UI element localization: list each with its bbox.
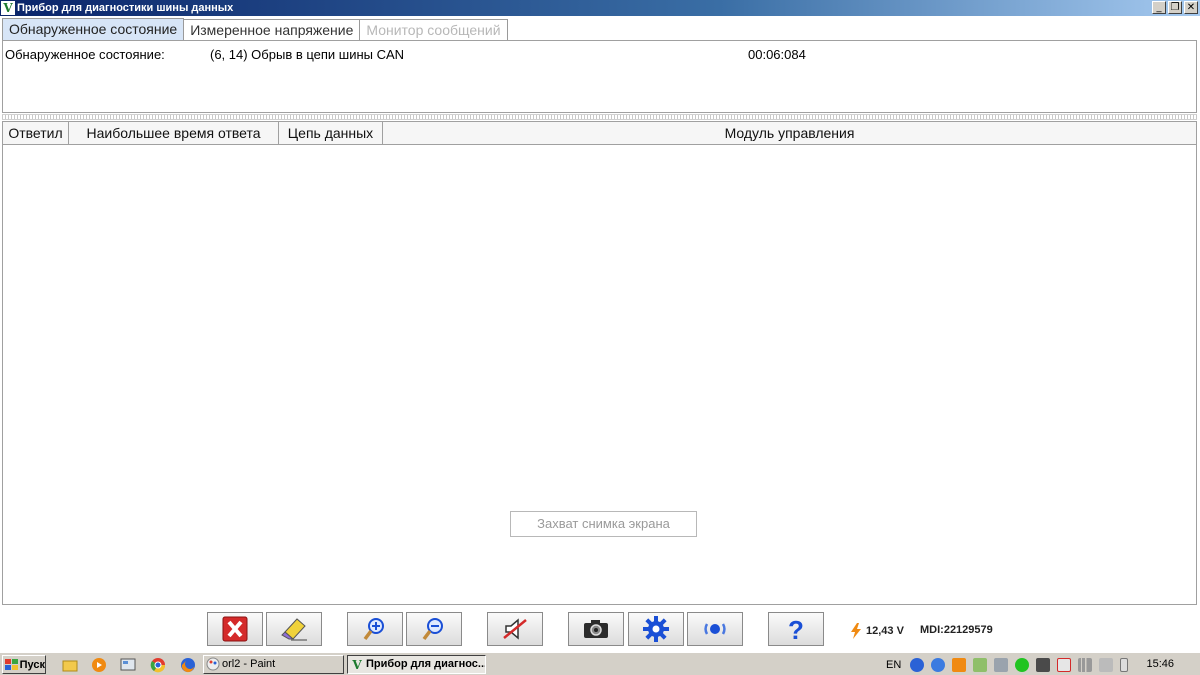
- help-icon: ?: [788, 615, 804, 643]
- column-header-data-circuit[interactable]: Цепь данных: [279, 122, 383, 144]
- taskbar-item-label: orl2 - Paint: [222, 658, 276, 670]
- exit-button[interactable]: [207, 612, 263, 646]
- splitter[interactable]: [2, 114, 1197, 120]
- column-header-control-module[interactable]: Модуль управления: [383, 122, 1196, 144]
- taskbar-item-paint[interactable]: orl2 - Paint: [203, 655, 344, 674]
- title-bar: V Прибор для диагностики шины данных _ ❐…: [0, 0, 1200, 16]
- status-time: 00:06:084: [748, 47, 806, 62]
- teamviewer-icon[interactable]: [910, 657, 924, 672]
- status-label: Обнаруженное состояние:: [5, 47, 165, 62]
- zoom-out-icon: [422, 618, 443, 641]
- detected-state-panel: Обнаруженное состояние: (6, 14) Обрыв в …: [2, 40, 1197, 113]
- chrome-icon[interactable]: [150, 657, 166, 673]
- app-icon: V: [1, 1, 15, 15]
- voltage-value: 12,43 V: [866, 625, 904, 637]
- status-green-icon[interactable]: [1015, 657, 1029, 672]
- device-icon[interactable]: [973, 657, 987, 672]
- start-button[interactable]: Пуск: [2, 655, 46, 674]
- column-header-responded[interactable]: Ответил: [3, 122, 69, 144]
- tab-detected-state[interactable]: Обнаруженное состояние: [2, 18, 185, 40]
- security-alert-icon[interactable]: [1057, 657, 1071, 672]
- mute-icon: [503, 618, 527, 640]
- eraser-icon: [281, 618, 307, 641]
- battery-icon[interactable]: [1120, 657, 1128, 672]
- firefox-icon[interactable]: [180, 657, 196, 673]
- folder-icon[interactable]: [62, 657, 78, 673]
- zoom-in-button[interactable]: [347, 612, 403, 646]
- gear-icon: [643, 616, 669, 642]
- settings-button[interactable]: [628, 612, 684, 646]
- zoom-out-button[interactable]: [406, 612, 462, 646]
- paint-icon: [206, 657, 220, 671]
- tab-measured-voltage[interactable]: Измеренное напряжение: [183, 19, 361, 40]
- clock[interactable]: 15:46: [1146, 658, 1174, 670]
- windows-logo-icon: [5, 658, 18, 670]
- language-indicator[interactable]: EN: [886, 659, 910, 671]
- taskbar-item-label: Прибор для диагнос...: [366, 658, 486, 670]
- network-globe-icon[interactable]: [931, 657, 945, 672]
- snapshot-button[interactable]: [568, 612, 624, 646]
- system-tray: EN 15:46: [882, 655, 1198, 674]
- window-controls: _ ❐ ✕: [1152, 1, 1198, 14]
- connection-button[interactable]: [687, 612, 743, 646]
- update-icon[interactable]: [952, 657, 966, 672]
- mute-button[interactable]: [487, 612, 543, 646]
- start-label: Пуск: [19, 658, 45, 671]
- voltage-indicator: 12,43 V: [850, 623, 904, 639]
- column-header-max-response-time[interactable]: Наибольшее время ответа: [69, 122, 279, 144]
- close-red-x-icon: [222, 616, 248, 642]
- tab-message-monitor: Монитор сообщений: [359, 19, 508, 40]
- camera-icon: [584, 620, 608, 638]
- svg-text:?: ?: [788, 615, 804, 643]
- window-title: Прибор для диагностики шины данных: [17, 2, 234, 14]
- minimize-button[interactable]: _: [1152, 1, 1166, 14]
- lightning-icon: [851, 623, 861, 639]
- app-v-icon: V: [351, 658, 362, 671]
- windows-taskbar: Пуск orl2 - Paint V Прибор для диагнос..…: [0, 652, 1200, 675]
- tab-bar: Обнаруженное состояние Измеренное напряж…: [2, 18, 508, 40]
- restore-button[interactable]: ❐: [1168, 1, 1182, 14]
- network-icon[interactable]: [994, 657, 1008, 672]
- connection-icon: [704, 623, 726, 635]
- bottom-toolbar: ? 12,43 V MDI:22129579: [0, 608, 1200, 652]
- volume-icon[interactable]: [1099, 657, 1113, 672]
- mdi-serial: MDI:22129579: [920, 624, 993, 636]
- monitor-icon[interactable]: [1036, 657, 1050, 672]
- signal-icon[interactable]: [1078, 657, 1092, 672]
- table-header: Ответил Наибольшее время ответа Цепь дан…: [3, 122, 1196, 145]
- results-table: Ответил Наибольшее время ответа Цепь дан…: [2, 121, 1197, 605]
- zoom-in-icon: [363, 618, 384, 641]
- status-value: (6, 14) Обрыв в цепи шины CAN: [210, 47, 405, 62]
- taskbar-item-bus-diagnostics[interactable]: V Прибор для диагнос...: [347, 655, 486, 674]
- help-button[interactable]: ?: [768, 612, 824, 646]
- clear-button[interactable]: [266, 612, 322, 646]
- close-window-button[interactable]: ✕: [1184, 1, 1198, 14]
- svg-text:V: V: [351, 658, 362, 671]
- show-desktop-icon[interactable]: [120, 657, 136, 673]
- media-player-icon[interactable]: [91, 657, 107, 673]
- screen-capture-button[interactable]: Захват снимка экрана: [510, 511, 697, 537]
